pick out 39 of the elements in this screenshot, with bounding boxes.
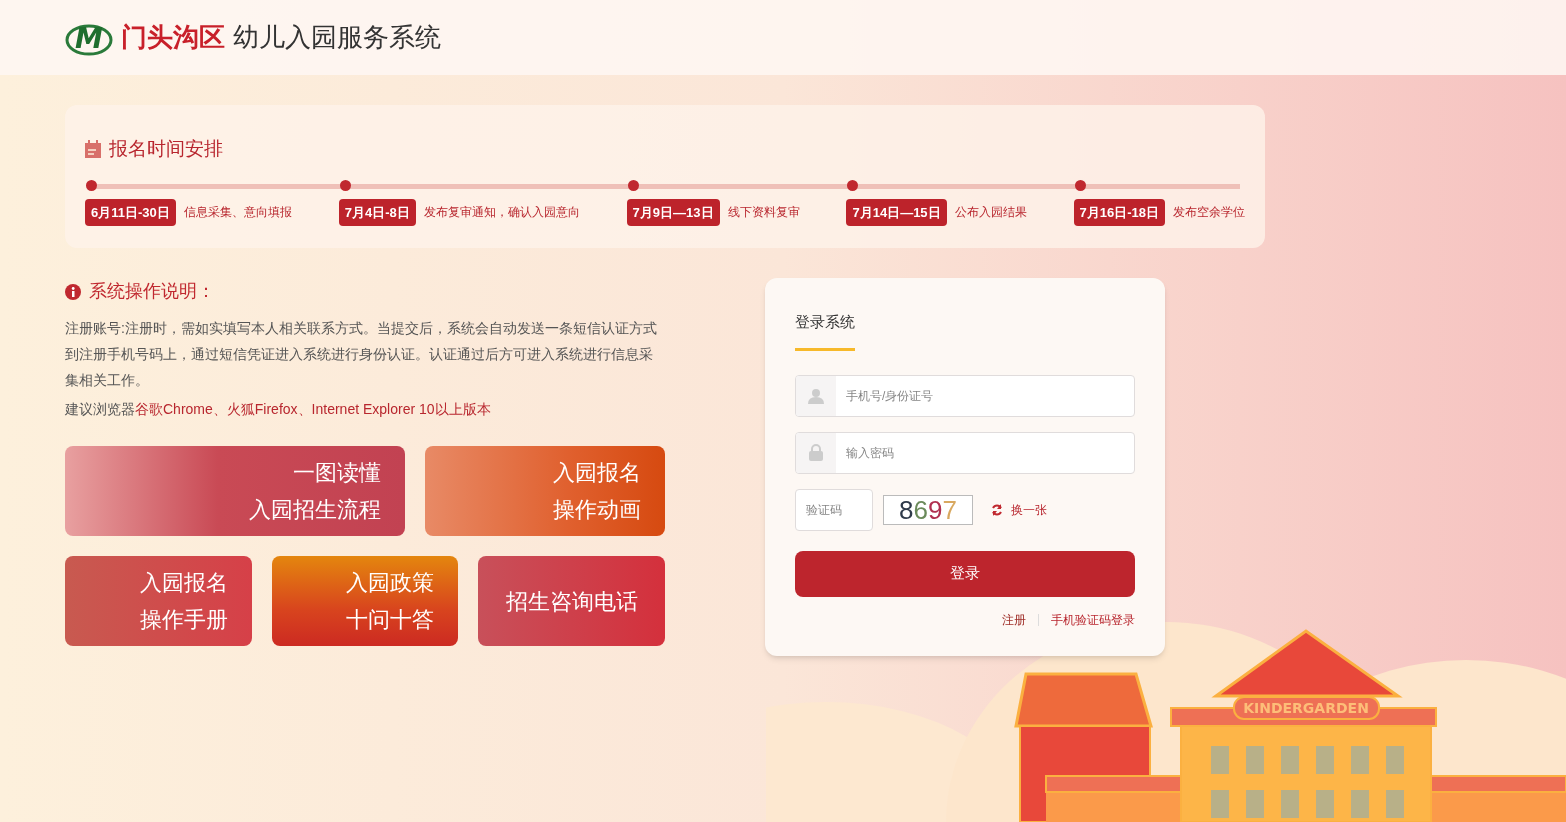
schedule-step-text: 线下资料复审 [727,204,800,222]
schedule-step-text: 公布入园结果 [954,204,1027,222]
login-tab[interactable]: 登录系统 [795,311,855,351]
kindergarten-building-drawing: KINDERGARDEN [1006,626,1566,822]
password-input[interactable]: 输入密码 [836,432,1134,473]
login-button[interactable]: 登录 [795,550,1135,597]
date-badge: 7月9日—13日 [626,198,720,226]
instructions-paragraph: 注册账号:注册时，需如实填写本人相关联系方式。当提交后，系统会自动发送一条短信认证方式到注册手机号码上，通过短信凭证进入系统进行身份认证。认证通过后方可进入系统进行信息采集相关工作。 [65,319,658,390]
system-title: 幼儿入园服务系统 [233,21,441,54]
date-badge: 6月11日-30日 [85,198,176,226]
date-badge: 7月4日-8日 [338,198,416,226]
captcha-field[interactable]: 验证码 [795,488,873,531]
register-link[interactable]: 注册 [1002,610,1026,629]
date-badge: 7月16日-18日 [1073,198,1165,226]
username-field[interactable]: 手机号/身份证号 [795,374,1135,417]
user-icon [808,387,824,404]
date-badge: 7月14日—15日 [846,198,947,226]
schedule-step-text: 发布空余学位 [1173,204,1245,222]
browser-list: 谷歌Chrome、火狐Firefox、Internet Explorer 10以上版本 [135,399,491,420]
refresh-captcha-link[interactable]: 换一张 [991,500,1047,519]
feature-tile[interactable]: 招生咨询电话 [478,556,665,646]
browser-label: 建议浏览器 [65,400,135,419]
sms-login-link[interactable]: 手机验证码登录 [1051,610,1135,629]
refresh-icon [991,503,1003,516]
password-field[interactable]: 输入密码 [795,431,1135,474]
feature-tile[interactable]: 入园政策 十问十答 [271,556,459,646]
feature-tile[interactable]: 一图读懂 入园招生流程 [65,446,405,536]
district-title: 门头沟区 [121,21,225,54]
schedule-step-text: 发布复审通知，确认入园意向 [423,204,580,222]
schedule-step-text: 信息采集、意向填报 [183,204,292,222]
lock-icon [809,444,823,461]
calendar-icon [85,140,101,159]
username-input[interactable]: 手机号/身份证号 [836,375,1134,416]
feature-tile[interactable]: 入园报名 操作手册 [65,556,252,646]
info-icon [65,283,81,300]
instructions-title: 系统操作说明： [89,280,215,303]
captcha-image[interactable]: 8697 [883,494,973,525]
schedule-title: 报名时间安排 [109,137,223,161]
feature-tile[interactable]: 入园报名 操作动画 [425,446,665,536]
